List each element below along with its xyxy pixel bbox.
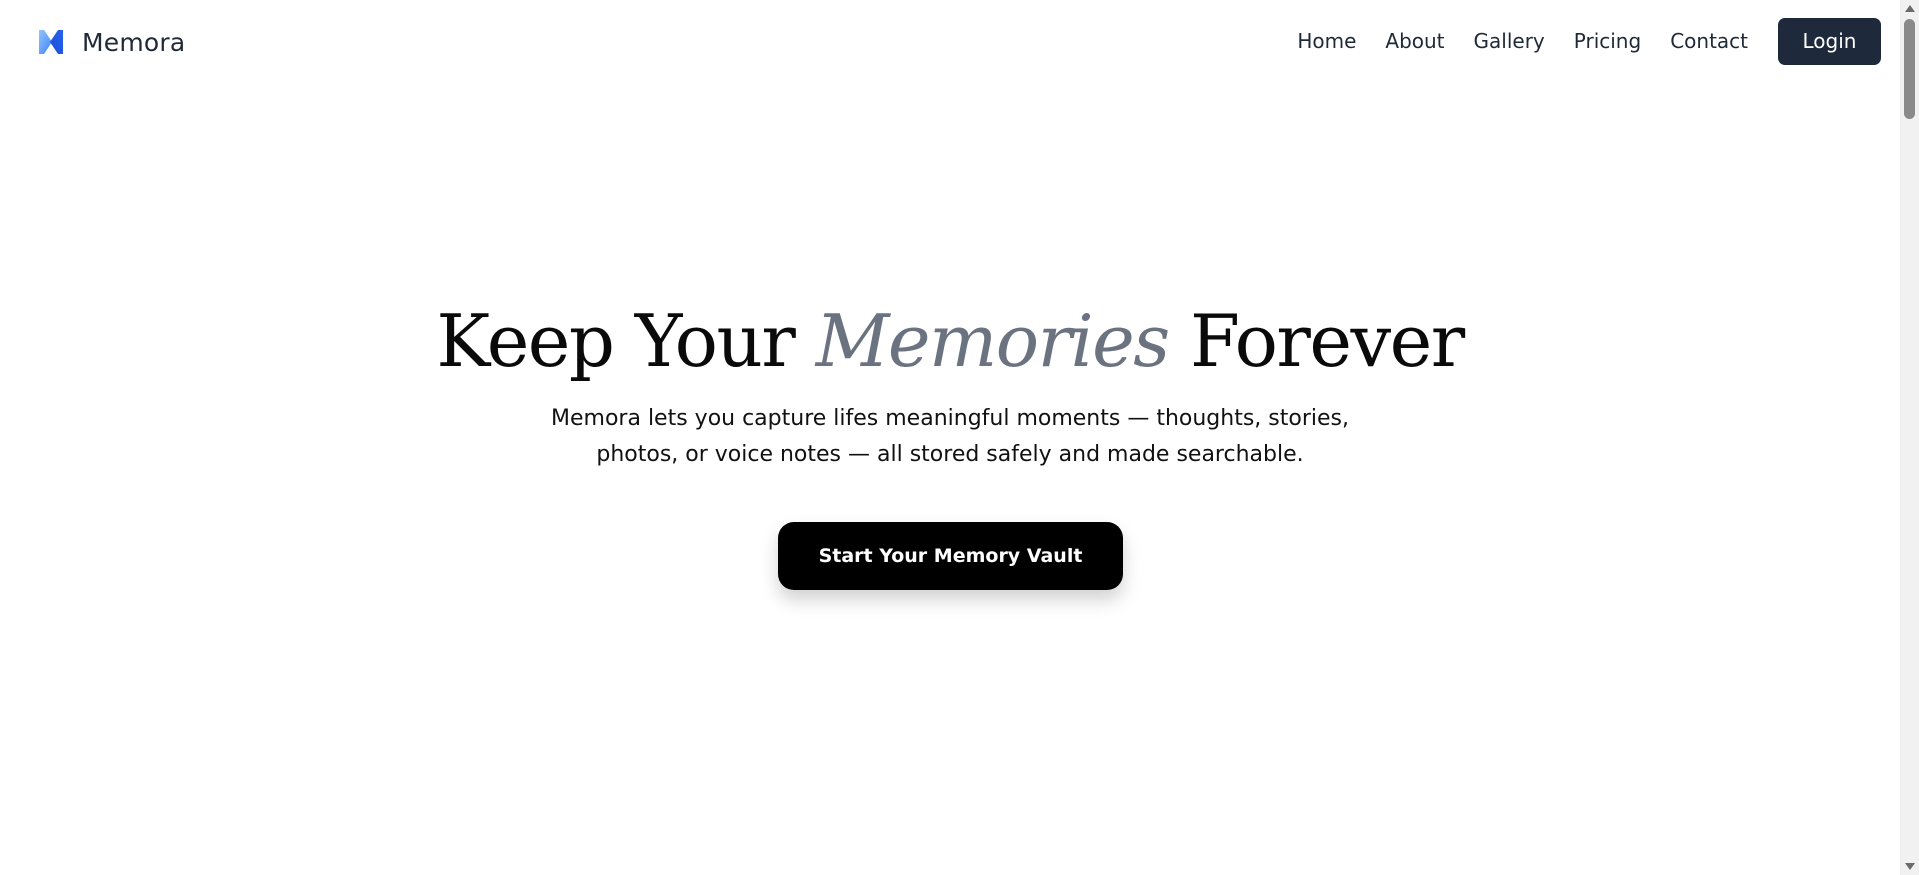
hero-title-start: Keep Your [436, 299, 816, 383]
start-memory-vault-button[interactable]: Start Your Memory Vault [778, 522, 1123, 590]
scrollbar-thumb[interactable] [1904, 19, 1915, 119]
landing-page: Memora Home About Gallery Pricing Contac… [0, 0, 1900, 875]
hero-subtitle: Memora lets you capture lifes meaningful… [0, 401, 1900, 473]
scroll-up-arrow-icon[interactable] [1900, 0, 1919, 17]
hero-title-end: Forever [1168, 299, 1465, 383]
hero-subtitle-line-2: photos, or voice notes — all stored safe… [596, 442, 1304, 467]
scroll-down-arrow-icon[interactable] [1900, 858, 1919, 875]
hero-title-accent: Memories [815, 299, 1170, 383]
hero-title: Keep Your Memories Forever [0, 298, 1900, 384]
hero-subtitle-line-1: Memora lets you capture lifes meaningful… [551, 406, 1349, 431]
hero-section: Keep Your Memories Forever Memora lets y… [0, 0, 1900, 875]
page-scrollbar[interactable] [1900, 0, 1919, 875]
